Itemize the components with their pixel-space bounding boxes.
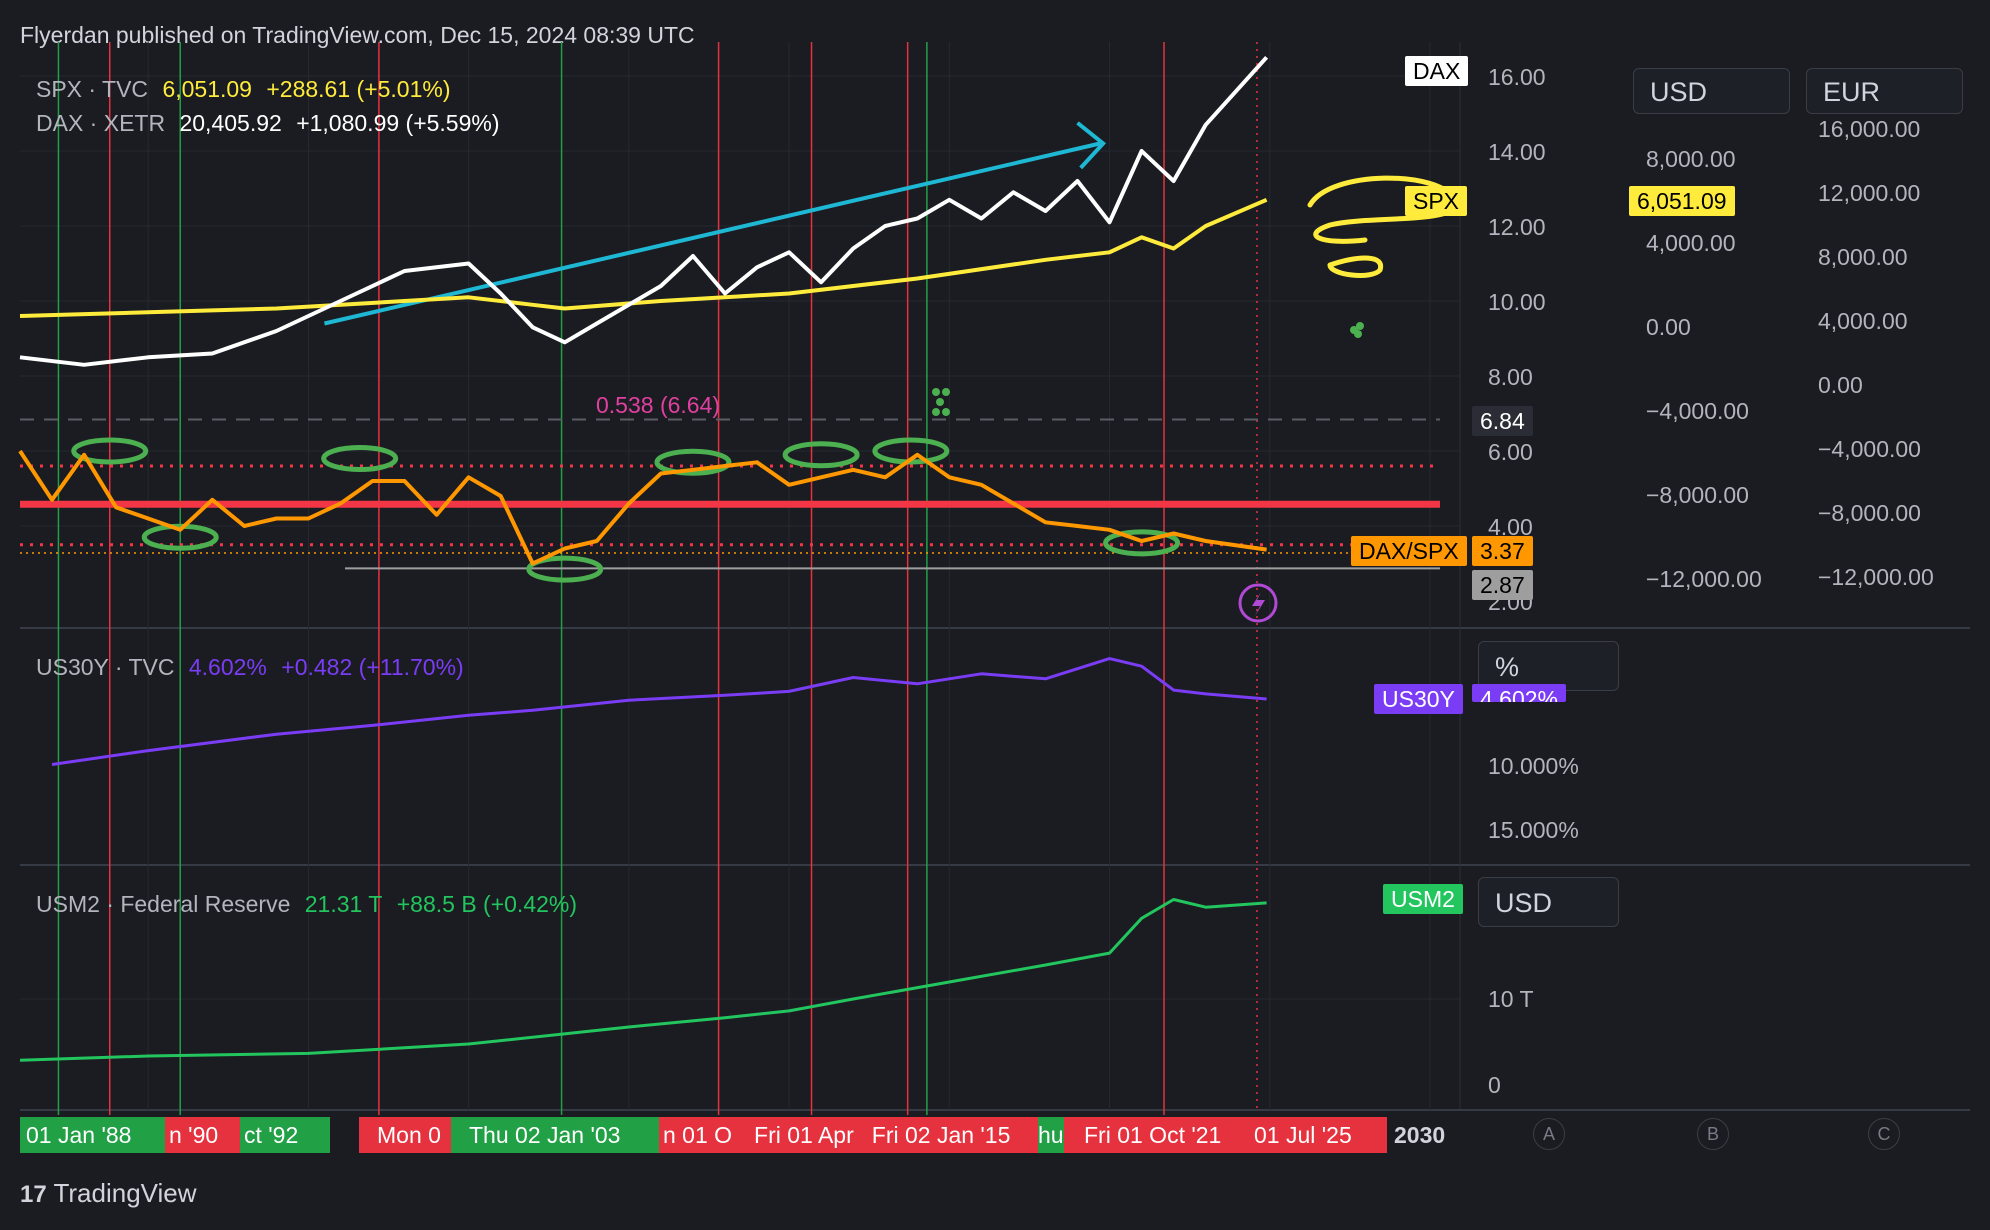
green-dot	[942, 388, 950, 396]
spx-tick: −12,000.00	[1646, 566, 1762, 592]
spx-tick: −8,000.00	[1646, 482, 1749, 508]
ratio-tick: 6.00	[1488, 439, 1533, 465]
chart-canvas[interactable]	[0, 0, 1990, 1230]
x-label-o-text: n 01 O	[663, 1122, 733, 1148]
green-dot	[942, 408, 950, 416]
spx-tag: SPX	[1405, 186, 1468, 216]
pane-button-b[interactable]: B	[1697, 1118, 1729, 1150]
legend-spx-name: SPX · TVC	[36, 76, 149, 102]
ratio-tick: 12.00	[1488, 214, 1546, 240]
legend-spx-change: +288.61 (+5.01%)	[266, 76, 451, 102]
spx-tick: 0.00	[1646, 314, 1691, 340]
tradingview-brand: TradingView	[53, 1178, 197, 1208]
dax-tick: −12,000.00	[1818, 564, 1934, 590]
us30y-tick-15: 15.000%	[1488, 817, 1579, 843]
legend-us30y-value: 4.602%	[188, 654, 267, 680]
dax-tick: 12,000.00	[1818, 180, 1921, 206]
hand-drawn-ellipse	[782, 441, 860, 469]
spx-tick: 4,000.00	[1646, 230, 1736, 256]
tradingview-logo[interactable]: 17 TradingView	[20, 1178, 197, 1209]
green-dot	[932, 388, 940, 396]
legend-us30y-change: +0.482 (+11.70%)	[281, 654, 464, 680]
spx-tick: 8,000.00	[1646, 146, 1736, 172]
legend-usm2-name: USM2 · Federal Reserve	[36, 891, 291, 917]
legend-dax-name: DAX · XETR	[36, 110, 166, 136]
ratio-value-tag: 3.37	[1472, 536, 1533, 566]
dax-tick: −8,000.00	[1818, 500, 1921, 526]
legend-us30y-name: US30Y · TVC	[36, 654, 175, 680]
legend-usm2[interactable]: USM2 · Federal Reserve 21.31 T +88.5 B (…	[36, 891, 585, 918]
legend-usm2-value: 21.31 T	[304, 891, 383, 917]
green-dot	[932, 408, 940, 416]
dax-tick: 0.00	[1818, 372, 1863, 398]
green-dot	[1356, 322, 1364, 330]
ratio-tick: 10.00	[1488, 289, 1546, 315]
dax-tag: DAX	[1405, 56, 1469, 86]
x-label-2025: 01 Jul '25	[1250, 1117, 1387, 1153]
ratio-level-tag: 6.84	[1472, 406, 1533, 436]
pane-button-c[interactable]: C	[1868, 1118, 1900, 1150]
eur-scale-button[interactable]: EUR	[1806, 68, 1963, 114]
spx-price-tag: 6,051.09	[1629, 186, 1735, 216]
usm2-tick-0: 0	[1488, 1072, 1501, 1098]
x-label-hu: hu	[1038, 1117, 1064, 1153]
us30y-tick-10: 10.000%	[1488, 753, 1579, 779]
ratio-low-tag: 2.87	[1472, 570, 1533, 600]
x-label-1992: ct '92	[240, 1117, 330, 1153]
ratio-tick: 16.00	[1488, 64, 1546, 90]
legend-dax-value: 20,405.92	[179, 110, 282, 136]
cycle-vertical-lines	[57, 42, 1258, 1115]
x-label-1990: n '90	[165, 1117, 244, 1153]
spx-tick: −4,000.00	[1646, 398, 1749, 424]
usd-scale-button[interactable]: USD	[1633, 68, 1790, 114]
ratio-tick: 14.00	[1488, 139, 1546, 165]
green-dot	[936, 398, 944, 406]
green-dot	[1354, 330, 1362, 338]
x-label-2003: Thu 02 Jan '03	[451, 1117, 677, 1153]
legend-dax-change: +1,080.99 (+5.59%)	[296, 110, 500, 136]
x-label-apr: Fri 01 Apr	[754, 1122, 854, 1148]
usm2-tag: USM2	[1383, 884, 1463, 914]
ratio-tick: 8.00	[1488, 364, 1533, 390]
tv-logo-icon: 17	[20, 1181, 47, 1208]
legend-spx-value: 6,051.09	[162, 76, 252, 102]
legend-spx[interactable]: SPX · TVC 6,051.09 +288.61 (+5.01%)	[36, 76, 459, 103]
x-label-o: n 01 O Fri 01 Apr Fri 02 Jan '15	[659, 1117, 1067, 1153]
usm2-line	[19, 898, 1267, 1062]
usd-m2-scale-button[interactable]: USD	[1478, 877, 1619, 927]
usm2-tick-10t: 10 T	[1488, 986, 1534, 1012]
legend-dax[interactable]: DAX · XETR 20,405.92 +1,080.99 (+5.59%)	[36, 110, 508, 137]
overlap-label: 0.538 (6.64)	[596, 392, 721, 418]
dax-line	[19, 55, 1269, 367]
legend-usm2-change: +88.5 B (+0.42%)	[396, 891, 578, 917]
dax-tick: 16,000.00	[1818, 116, 1921, 142]
dax-tick: −4,000.00	[1818, 436, 1921, 462]
chart-frame: Flyerdan published on TradingView.com, D…	[0, 0, 1990, 1230]
x-label-1988: 01 Jan '88	[20, 1117, 171, 1153]
lightning-bolt	[1252, 592, 1265, 616]
pane-button-a[interactable]: A	[1533, 1118, 1565, 1150]
us30y-tag: US30Y	[1374, 684, 1463, 714]
ratio-name-tag: DAX/SPX	[1351, 536, 1467, 566]
us30y-price-tag: 4.602%	[1472, 684, 1567, 702]
x-label-2030: 2030	[1394, 1122, 1446, 1148]
dax-tick: 8,000.00	[1818, 244, 1908, 270]
legend-us30y[interactable]: US30Y · TVC 4.602% +0.482 (+11.70%)	[36, 654, 472, 681]
dax-tick: 4,000.00	[1818, 308, 1908, 334]
x-label-2015: Fri 02 Jan '15	[871, 1122, 1011, 1148]
x-label-2021: Fri 01 Oct '21	[1064, 1117, 1270, 1153]
